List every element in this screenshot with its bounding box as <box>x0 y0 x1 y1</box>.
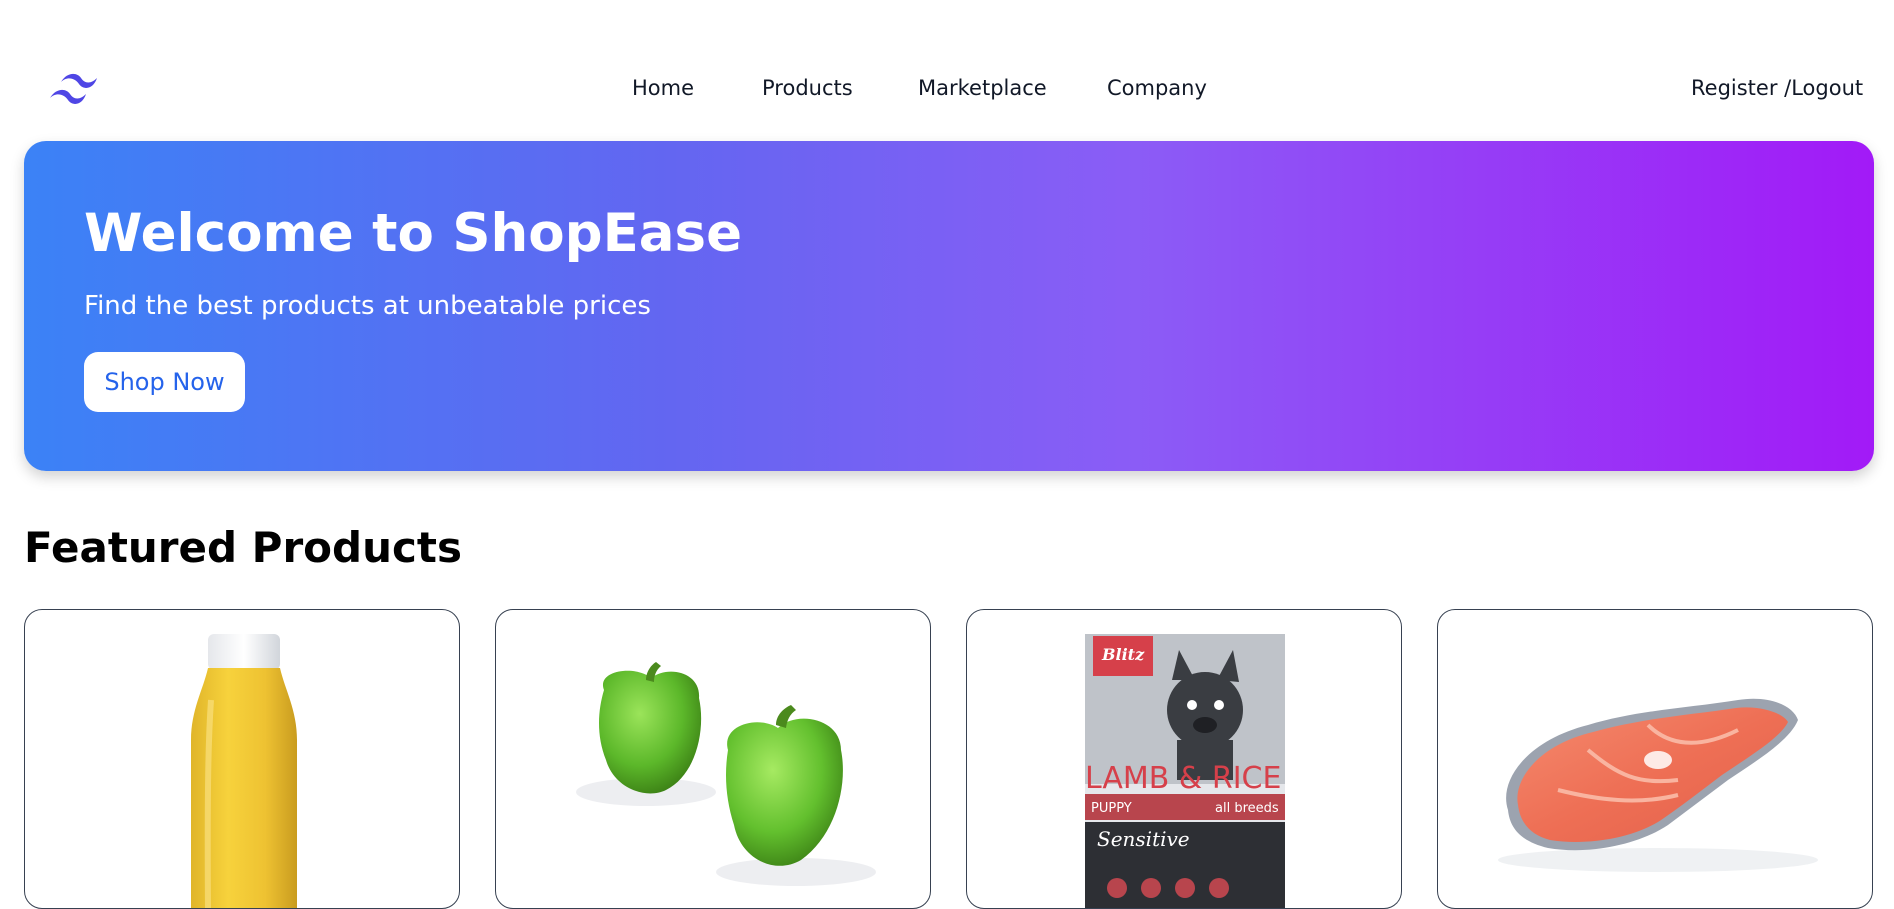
salmon-steak-image <box>1498 698 1818 872</box>
dog-food-bag-image: Blitz LAMB & RICE PUPPY all breeds Sensi… <box>1085 634 1285 908</box>
product-card[interactable] <box>1437 609 1873 909</box>
product-card[interactable] <box>495 609 931 909</box>
nav-link-marketplace[interactable]: Marketplace <box>918 76 1047 100</box>
hero-banner: Welcome to ShopEase Find the best produc… <box>24 141 1874 471</box>
nav-link-products[interactable]: Products <box>762 76 853 100</box>
tailwind-waves-logo-icon[interactable] <box>47 68 104 106</box>
green-bell-peppers-image <box>576 662 876 886</box>
bag-brand-label: Blitz <box>1101 645 1145 664</box>
product-card[interactable] <box>24 609 460 909</box>
shop-now-button[interactable]: Shop Now <box>84 352 245 412</box>
bag-line-label: Sensitive <box>1097 827 1190 851</box>
navbar: Home Products Marketplace Company Regist… <box>0 0 1894 140</box>
register-logout-link[interactable]: Register /Logout <box>1691 76 1863 100</box>
product-card[interactable]: Blitz LAMB & RICE PUPPY all breeds Sensi… <box>966 609 1402 909</box>
bag-title-label: LAMB & RICE <box>1085 761 1281 796</box>
nav-link-company[interactable]: Company <box>1107 76 1207 100</box>
bag-sub-label: PUPPY <box>1091 801 1132 816</box>
hero-title: Welcome to ShopEase <box>84 203 743 264</box>
featured-products-title: Featured Products <box>24 523 462 572</box>
nav-link-home[interactable]: Home <box>632 76 694 100</box>
bag-tag-label: all breeds <box>1215 801 1279 816</box>
juice-bottle-image <box>191 634 297 908</box>
hero-subtitle: Find the best products at unbeatable pri… <box>84 291 651 321</box>
